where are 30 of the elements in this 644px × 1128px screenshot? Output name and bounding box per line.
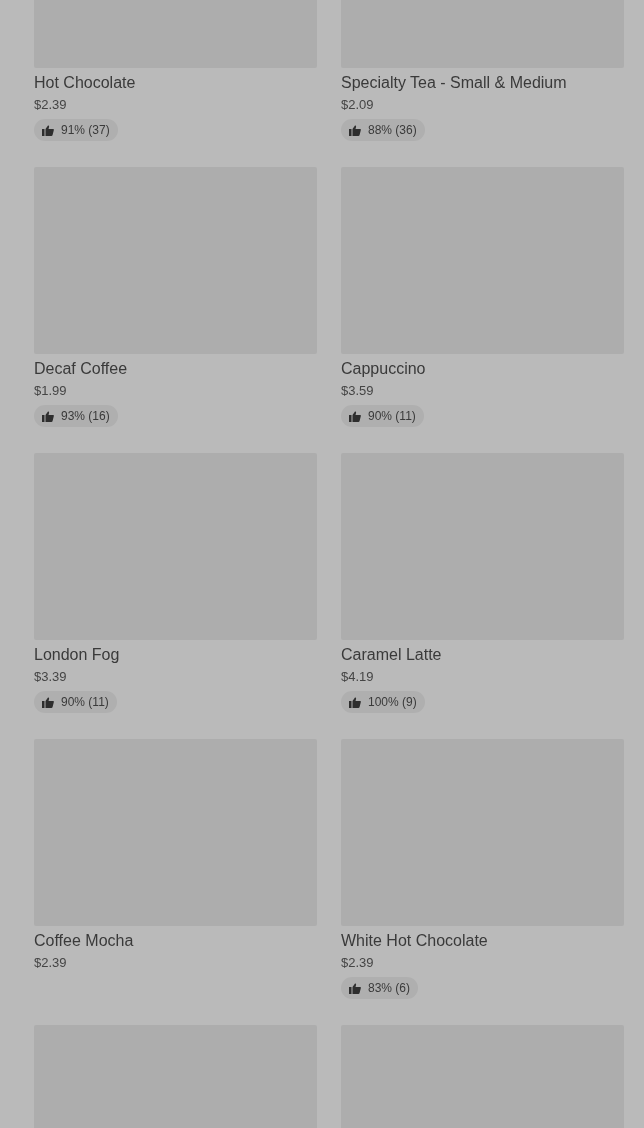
item-name[interactable]: Specialty Tea - Small & Medium: [341, 73, 624, 93]
rating-badge: 91% (37): [34, 119, 118, 141]
thumbs-up-icon: [349, 410, 361, 422]
item-price: $2.39: [341, 954, 375, 972]
item-price: $1.99: [34, 382, 68, 400]
rating-badge: 90% (11): [34, 691, 117, 713]
item-name[interactable]: White Hot Chocolate: [341, 931, 624, 951]
thumbs-up-icon: [42, 696, 54, 708]
item-name[interactable]: Coffee Mocha: [34, 931, 317, 951]
item-price: $2.39: [34, 954, 68, 972]
item-name[interactable]: Caramel Latte: [341, 645, 624, 665]
rating-badge: 93% (16): [34, 405, 118, 427]
thumbs-up-icon: [42, 124, 54, 136]
thumbs-up-icon: [349, 696, 361, 708]
item-name[interactable]: London Fog: [34, 645, 317, 665]
thumbs-up-icon: [349, 982, 361, 994]
rating-badge: 90% (11): [341, 405, 424, 427]
item-price: $3.39: [34, 668, 68, 686]
item-name[interactable]: Hot Chocolate: [34, 73, 317, 93]
item-price: $4.19: [341, 668, 375, 686]
thumbs-up-icon: [349, 124, 361, 136]
item-price: $3.59: [341, 382, 375, 400]
rating-badge: 88% (36): [341, 119, 425, 141]
item-name[interactable]: Cappuccino: [341, 359, 624, 379]
item-price: $2.39: [34, 96, 68, 114]
thumbs-up-icon: [42, 410, 54, 422]
item-price: $2.09: [341, 96, 375, 114]
rating-badge: 83% (6): [341, 977, 419, 999]
item-name[interactable]: Decaf Coffee: [34, 359, 317, 379]
rating-badge: 100% (9): [341, 691, 425, 713]
